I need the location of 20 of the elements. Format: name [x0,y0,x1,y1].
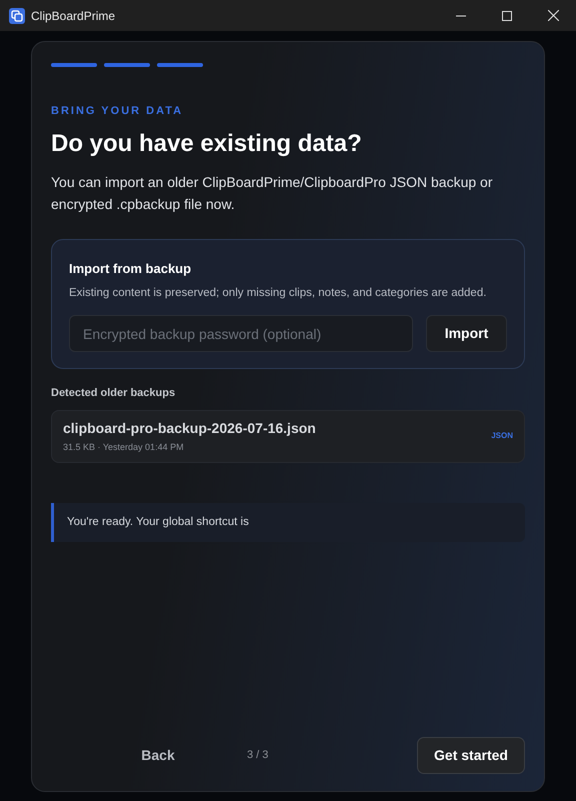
panel-title: Import from backup [69,260,192,278]
description: You can import an older ClipBoardPrime/ClipboardPro JSON backup or encrypted .cpbackup file now. [51,172,494,214]
back-button[interactable]: Back [113,738,203,774]
heading: Do you have existing data? [51,128,363,158]
close-icon [548,10,558,21]
get-started-button[interactable]: Get started [417,737,525,774]
import-button[interactable]: Import [426,315,507,352]
notice-text: You're ready. Your global shortcut is [67,514,249,530]
eyebrow-label: BRING YOUR DATA [51,104,184,119]
backup-filename: clipboard-pro-backup-2026-07-16.json [63,419,316,438]
window-title: ClipBoardPrime [31,8,116,24]
format-tag: JSON [491,430,513,442]
section-label: Detected older backups [51,386,176,402]
password-field[interactable]: Encrypted backup password (optional) [69,315,413,352]
panel-note: Existing content is preserved; only missing clips, notes, and categories are added. [69,286,488,301]
app-icon [9,8,25,24]
backup-meta: 31.5 KB · Yesterday 01:44 PM [63,441,185,454]
backup-item[interactable]: clipboard-pro-backup-2026-07-16.json 31.5 KB · Yesterday 01:44 PM JSON [51,410,525,463]
page-counter: 3 / 3 [247,748,268,764]
maximize-icon [502,10,512,20]
